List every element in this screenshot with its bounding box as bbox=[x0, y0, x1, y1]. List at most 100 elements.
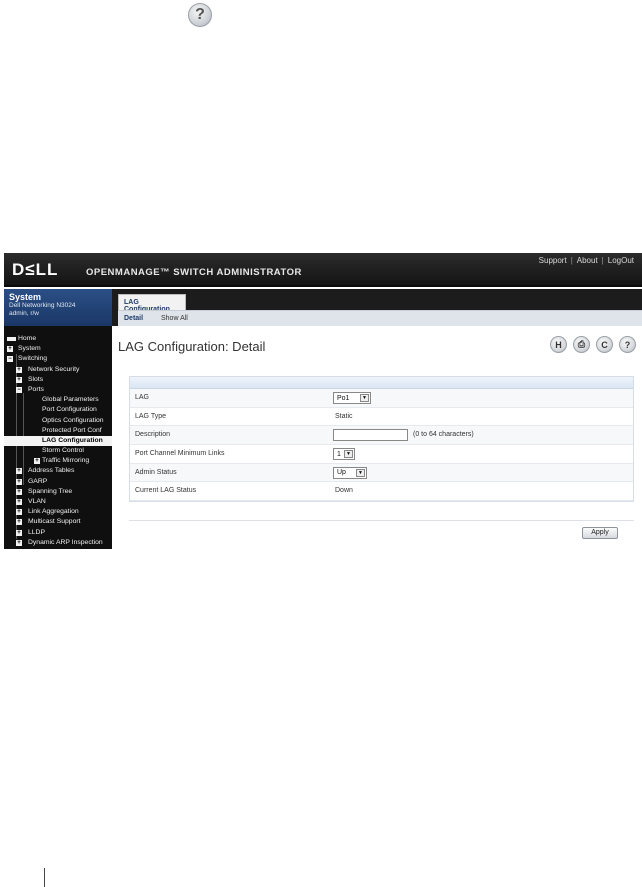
sidebar-item-label: Link Aggregation bbox=[28, 508, 79, 516]
sidebar-item-label: Switching bbox=[18, 355, 48, 363]
sidebar-item-label: GARP bbox=[28, 477, 48, 485]
sidebar-item-system[interactable]: + System bbox=[4, 344, 112, 354]
sidebar-item-storm-control[interactable]: Storm Control bbox=[4, 446, 112, 456]
link-separator: | bbox=[570, 256, 573, 265]
about-link[interactable]: About bbox=[577, 256, 598, 265]
sidebar-item-label: Global Parameters bbox=[42, 396, 99, 404]
expand-icon[interactable]: + bbox=[16, 366, 22, 373]
sidebar-item-label: Home bbox=[18, 335, 37, 342]
sidebar-item-multicast-support[interactable]: + Multicast Support bbox=[4, 517, 112, 527]
lag-select[interactable]: Po1 ▼ bbox=[333, 392, 371, 404]
footer-divider bbox=[44, 868, 45, 887]
expand-icon[interactable]: + bbox=[16, 519, 22, 526]
collapse-icon[interactable]: − bbox=[16, 386, 22, 393]
system-title[interactable]: System bbox=[9, 292, 107, 302]
sidebar-item-label: System bbox=[18, 345, 41, 353]
table-row: LAG Po1 ▼ bbox=[130, 389, 633, 408]
page-title: LAG Configuration: Detail bbox=[118, 339, 266, 354]
print-icon[interactable]: ⎙ bbox=[573, 336, 590, 353]
sidebar-item-link-aggregation[interactable]: + Link Aggregation bbox=[4, 507, 112, 517]
min-links-select[interactable]: 1 ▼ bbox=[333, 448, 355, 461]
description-label: Description bbox=[135, 431, 171, 439]
table-row: Admin Status Up ▼ bbox=[130, 463, 633, 483]
expand-icon[interactable]: + bbox=[16, 539, 22, 546]
expand-icon[interactable]: + bbox=[16, 478, 22, 485]
chevron-down-icon: ▼ bbox=[356, 468, 365, 477]
table-row: Current LAG Status Down bbox=[130, 482, 633, 502]
expand-icon[interactable]: + bbox=[16, 509, 22, 516]
lag-label: LAG bbox=[135, 394, 150, 401]
sidebar-item-port-configuration[interactable]: Port Configuration bbox=[4, 405, 112, 415]
sidebar-item-label: Spanning Tree bbox=[28, 487, 73, 495]
admin-status-value: Up bbox=[337, 469, 346, 477]
table-row: Port Channel Minimum Links 1 ▼ bbox=[130, 445, 633, 464]
sidebar-item-network-security[interactable]: + Network Security bbox=[4, 365, 112, 375]
sidebar-item-label: Port Configuration bbox=[42, 406, 97, 414]
expand-icon[interactable]: + bbox=[16, 488, 22, 495]
expand-icon[interactable]: + bbox=[16, 529, 22, 536]
sidebar-item-lldp[interactable]: + LLDP bbox=[4, 528, 112, 538]
sidebar-item-label: Ports bbox=[28, 385, 44, 393]
system-user: admin, r/w bbox=[9, 310, 39, 317]
subtab-detail[interactable]: Detail bbox=[124, 315, 143, 322]
app-title: OPENMANAGE™ SWITCH ADMINISTRATOR bbox=[86, 267, 302, 278]
lag-select-value: Po1 bbox=[337, 394, 350, 402]
dell-logo: D≤LL bbox=[12, 260, 59, 279]
sidebar-item-spanning-tree[interactable]: + Spanning Tree bbox=[4, 487, 112, 497]
collapse-icon[interactable]: − bbox=[7, 356, 13, 363]
subtab-bar: Detail Show All bbox=[118, 310, 642, 326]
current-status-label: Current LAG Status bbox=[135, 487, 197, 495]
sidebar-item-home[interactable]: Home bbox=[4, 334, 112, 344]
table-header bbox=[130, 377, 633, 389]
expand-icon[interactable]: + bbox=[34, 458, 40, 465]
sidebar-item-global-parameters[interactable]: Global Parameters bbox=[4, 395, 112, 405]
top-bar: D≤LL OPENMANAGE™ SWITCH ADMINISTRATOR Su… bbox=[4, 253, 642, 287]
sidebar-item-label: LLDP bbox=[28, 528, 46, 536]
chevron-down-icon: ▼ bbox=[360, 394, 369, 402]
sidebar-item-ports[interactable]: − Ports bbox=[4, 385, 112, 395]
sidebar-item-switching[interactable]: − Switching bbox=[4, 354, 112, 364]
admin-status-select[interactable]: Up ▼ bbox=[333, 466, 367, 479]
sidebar-item-address-tables[interactable]: + Address Tables bbox=[4, 466, 112, 476]
help-icon: ? bbox=[188, 3, 212, 27]
sidebar-item-optics-configuration[interactable]: Optics Configuration bbox=[4, 416, 112, 426]
subtab-show-all[interactable]: Show All bbox=[161, 315, 188, 322]
expand-icon[interactable]: + bbox=[16, 468, 22, 475]
support-link[interactable]: Support bbox=[539, 256, 567, 265]
sidebar-item-label: Slots bbox=[28, 375, 44, 383]
refresh-icon[interactable]: C bbox=[596, 336, 613, 353]
tab-lag-configuration[interactable]: LAG Configuration bbox=[118, 294, 186, 313]
nav-tree: Home + System − Switching + Network Security + S… bbox=[4, 326, 112, 548]
sidebar-item-protected-port-conf[interactable]: Protected Port Conf bbox=[4, 426, 112, 436]
page-actions: H ⎙ C ? bbox=[550, 336, 636, 353]
header-links: Support | About | LogOut bbox=[539, 256, 634, 265]
sidebar-item-traffic-mirroring[interactable]: + Traffic Mirroring bbox=[4, 456, 112, 466]
sidebar-item-vlan[interactable]: + VLAN bbox=[4, 497, 112, 507]
apply-button[interactable]: Apply bbox=[582, 527, 618, 539]
sidebar-item-label: Traffic Mirroring bbox=[42, 457, 90, 465]
sidebar-item-slots[interactable]: + Slots bbox=[4, 375, 112, 385]
sidebar-item-label: Multicast Support bbox=[28, 518, 81, 526]
home-icon[interactable] bbox=[7, 337, 16, 341]
sidebar-item-label: Optics Configuration bbox=[42, 416, 104, 424]
switch-admin-window: D≤LL OPENMANAGE™ SWITCH ADMINISTRATOR Su… bbox=[4, 253, 642, 549]
save-icon[interactable]: H bbox=[550, 336, 567, 353]
sidebar-item-label: Dynamic ARP Inspection bbox=[28, 538, 103, 546]
table-row: LAG Type Static bbox=[130, 408, 633, 427]
lag-type-value: Static bbox=[335, 412, 353, 420]
min-links-label: Port Channel Minimum Links bbox=[135, 450, 225, 458]
system-info: System Dell Networking N3024 admin, r/w bbox=[4, 289, 112, 326]
system-model: Dell Networking N3024 bbox=[9, 302, 76, 309]
admin-status-label: Admin Status bbox=[135, 468, 177, 476]
help-icon[interactable]: ? bbox=[619, 336, 636, 353]
description-input[interactable] bbox=[333, 429, 408, 442]
logout-link[interactable]: LogOut bbox=[608, 256, 634, 265]
expand-icon[interactable]: + bbox=[16, 499, 22, 505]
sidebar-item-garp[interactable]: + GARP bbox=[4, 477, 112, 487]
sidebar-item-lag-configuration[interactable]: LAG Configuration bbox=[4, 435, 112, 447]
sidebar-item-dynamic-arp-inspection[interactable]: + Dynamic ARP Inspection bbox=[4, 538, 112, 548]
sidebar-item-label: Network Security bbox=[28, 365, 80, 373]
expand-icon[interactable]: + bbox=[16, 376, 22, 383]
chevron-down-icon: ▼ bbox=[344, 450, 353, 459]
expand-icon[interactable]: + bbox=[7, 346, 13, 353]
